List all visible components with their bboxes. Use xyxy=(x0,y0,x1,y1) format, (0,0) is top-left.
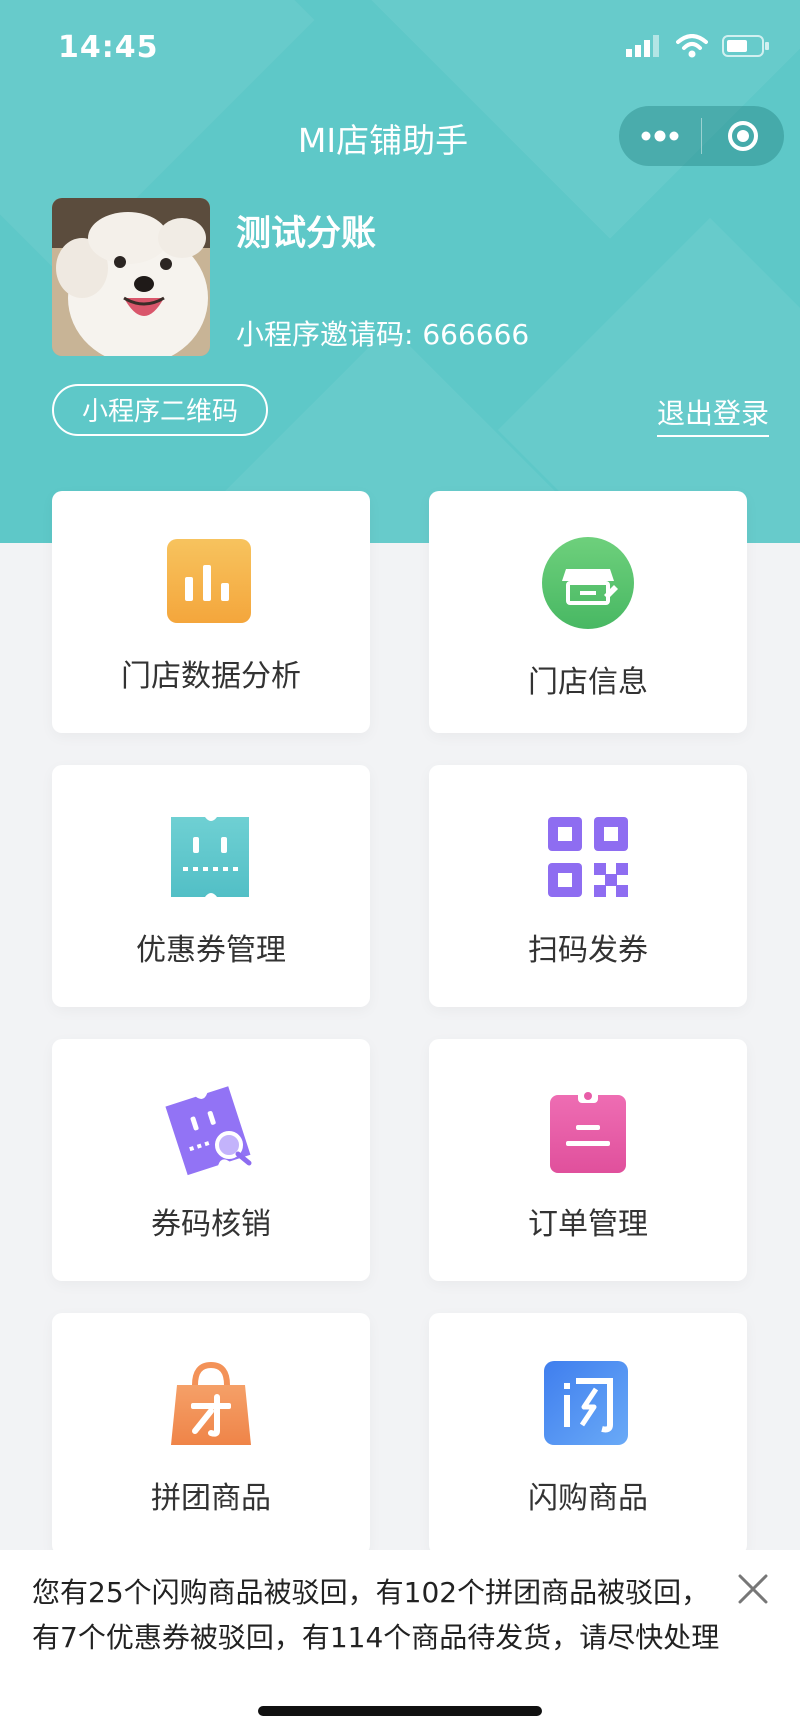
menu-card-scan-issue-coupon[interactable]: 扫码发券 xyxy=(429,765,747,1007)
close-icon[interactable] xyxy=(736,1572,770,1606)
menu-card-order-management[interactable]: 订单管理 xyxy=(429,1039,747,1281)
home-indicator[interactable] xyxy=(258,1706,542,1716)
qr-code-icon xyxy=(548,817,628,897)
store-name: 测试分账 xyxy=(236,214,377,254)
notice-text: 您有25个闪购商品被驳回，有102个拼团商品被驳回，有7个优惠券被驳回，有114… xyxy=(32,1576,720,1654)
battery-icon xyxy=(722,35,769,57)
menu-card-coupon-management[interactable]: 优惠券管理 xyxy=(52,765,370,1007)
header: 14:45 MI店铺助手 测试分账 小程序邀请码: 666666 小程序二维码 … xyxy=(0,0,800,543)
avatar xyxy=(52,198,210,356)
menu-card-store-info[interactable]: 门店信息 xyxy=(429,491,747,733)
menu-card-verify-coupon[interactable]: 券码核销 xyxy=(52,1039,370,1281)
wifi-icon xyxy=(676,34,708,58)
signal-icon xyxy=(626,35,659,57)
menu-label: 订单管理 xyxy=(528,1207,648,1242)
menu-card-flash-sale-products[interactable]: 闪购商品 xyxy=(429,1313,747,1555)
close-mini-program-button[interactable] xyxy=(702,106,784,166)
menu-label: 门店信息 xyxy=(528,665,648,700)
menu-label: 扫码发券 xyxy=(528,933,648,968)
target-close-icon xyxy=(728,121,758,151)
bar-chart-icon xyxy=(167,539,251,623)
notice-bar: 您有25个闪购商品被驳回，有102个拼团商品被驳回，有7个优惠券被驳回，有114… xyxy=(0,1550,800,1731)
dog-avatar-image xyxy=(52,198,210,356)
shopping-bag-icon xyxy=(171,1361,251,1445)
more-dots-icon xyxy=(641,130,679,142)
clipboard-icon xyxy=(550,1089,626,1173)
menu-label: 门店数据分析 xyxy=(121,659,301,694)
menu-label: 券码核销 xyxy=(151,1207,271,1242)
ticket-verify-icon xyxy=(165,1086,252,1176)
flash-sale-icon xyxy=(544,1361,628,1445)
logout-link[interactable]: 退出登录 xyxy=(656,392,769,437)
coupon-icon xyxy=(171,817,249,897)
menu-label: 拼团商品 xyxy=(151,1481,271,1516)
menu-card-group-buy-products[interactable]: 拼团商品 xyxy=(52,1313,370,1555)
menu-card-store-analytics[interactable]: 门店数据分析 xyxy=(52,491,370,733)
menu-label: 闪购商品 xyxy=(528,1481,648,1516)
mini-program-capsule xyxy=(619,106,784,166)
invite-code: 小程序邀请码: 666666 xyxy=(236,318,530,351)
status-icons xyxy=(626,34,770,58)
menu-label: 优惠券管理 xyxy=(136,933,286,968)
store-icon xyxy=(542,537,634,629)
mini-program-qr-button[interactable]: 小程序二维码 xyxy=(52,384,268,436)
status-time: 14:45 xyxy=(58,30,159,65)
more-button[interactable] xyxy=(619,106,701,166)
